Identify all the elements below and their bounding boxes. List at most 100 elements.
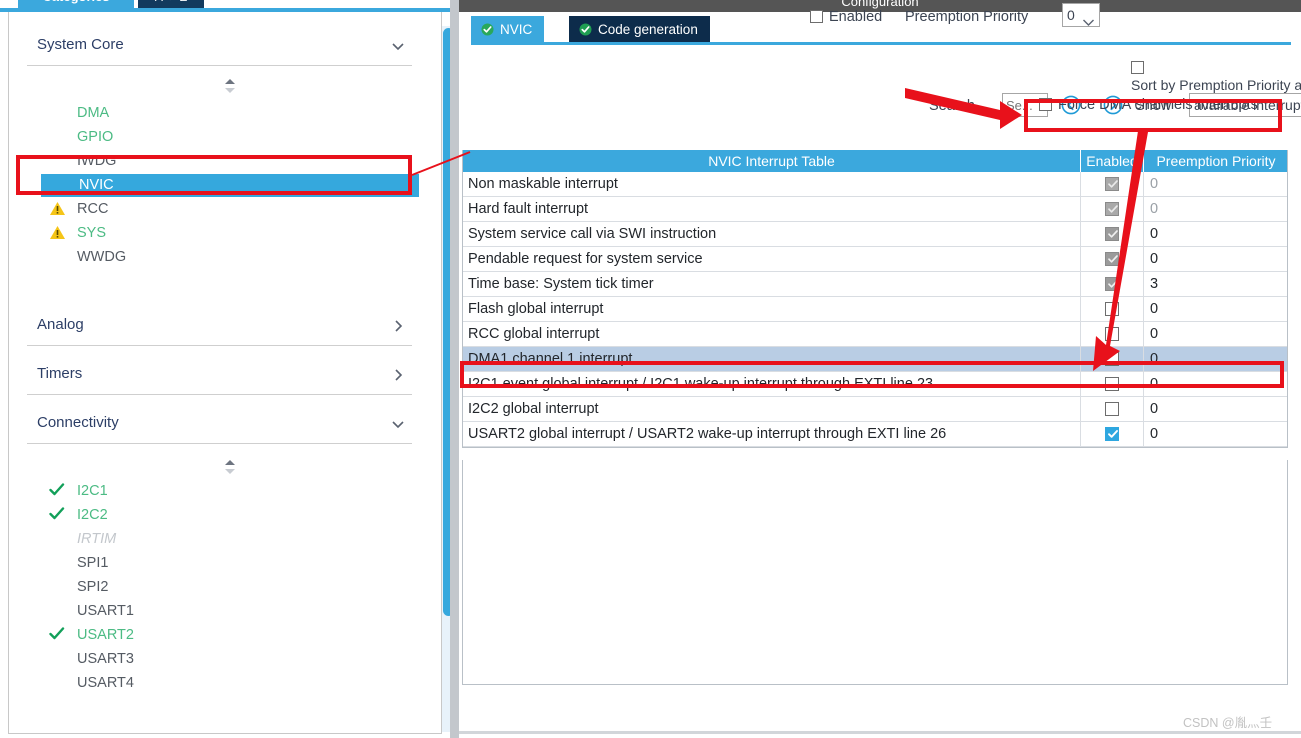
sidebar-item-label: DMA: [77, 105, 110, 121]
chevron-right-icon: [390, 367, 406, 383]
tab-nvic-label: NVIC: [500, 22, 533, 37]
sidebar-item-label: I2C1: [77, 483, 108, 499]
table-row[interactable]: RCC global interrupt 0: [463, 322, 1287, 347]
sidebar-item-label: SPI1: [77, 555, 109, 571]
system-core-scroll-spinner[interactable]: [223, 78, 237, 94]
row-enabled-checkbox[interactable]: [1105, 402, 1119, 416]
row-enabled-checkbox[interactable]: [1105, 277, 1119, 291]
row-interrupt-name: Hard fault interrupt: [463, 197, 1081, 221]
table-row[interactable]: Non maskable interrupt 0: [463, 172, 1287, 197]
sidebar-item-label: RCC: [77, 201, 109, 217]
column-header-enabled[interactable]: Enabled: [1081, 150, 1144, 172]
row-enabled-checkbox[interactable]: [1105, 177, 1119, 191]
tab-nvic[interactable]: NVIC: [471, 16, 545, 43]
section-system-core-title: System Core: [37, 36, 124, 53]
table-row[interactable]: USART2 global interrupt / USART2 wake-up…: [463, 422, 1287, 447]
checkbox-box[interactable]: [1131, 61, 1144, 74]
row-enabled-cell[interactable]: [1081, 397, 1144, 421]
sidebar-item-label: WWDG: [77, 249, 127, 265]
tab-code-generation[interactable]: Code generation: [569, 16, 710, 43]
sidebar-item-label: I2C2: [77, 507, 108, 523]
sidebar-item-label: IWDG: [77, 153, 117, 169]
sidebar-item-spi1[interactable]: SPI1: [39, 553, 394, 573]
item-mark-none: [51, 174, 71, 194]
sidebar-item-i2c2[interactable]: I2C2: [39, 505, 394, 525]
sidebar-item-dma[interactable]: DMA: [39, 103, 394, 123]
search-label: Search: [929, 98, 975, 114]
chevron-down-icon: [1082, 11, 1095, 26]
sidebar-item-usart3[interactable]: USART3: [39, 649, 394, 669]
row-interrupt-name: Flash global interrupt: [463, 297, 1081, 321]
sidebar-item-i2c1[interactable]: I2C1: [39, 481, 394, 501]
row-enabled-cell[interactable]: [1081, 222, 1144, 246]
table-row[interactable]: I2C2 global interrupt 0: [463, 397, 1287, 422]
column-header-preemption-priority[interactable]: Preemption Priority: [1144, 150, 1288, 172]
sidebar-item-wwdg[interactable]: WWDG: [39, 247, 394, 267]
row-preemption-priority: 3: [1150, 276, 1159, 292]
chevron-right-icon: [390, 318, 406, 334]
row-preemption-priority: 0: [1150, 426, 1159, 442]
section-system-core[interactable]: System Core: [27, 28, 412, 66]
table-row[interactable]: Pendable request for system service 0: [463, 247, 1287, 272]
row-enabled-checkbox[interactable]: [1105, 352, 1119, 366]
panel-bottom-rule: [459, 731, 1301, 734]
force-dma-channels-interrupts-checkbox[interactable]: Force DMA channels Interrupts: [1039, 96, 1258, 114]
sidebar-item-iwdg[interactable]: IWDG: [39, 151, 394, 171]
sort-options-row: Sort by Premption Priority and Sub Prior…: [471, 52, 1301, 93]
section-analog-title: Analog: [37, 316, 84, 333]
row-enabled-checkbox[interactable]: [1105, 377, 1119, 391]
row-preemption-priority: 0: [1150, 351, 1159, 367]
enabled-checkbox[interactable]: Enabled: [810, 8, 882, 26]
sidebar-item-irtim[interactable]: IRTIM: [39, 529, 394, 549]
table-row[interactable]: DMA1 channel 1 interrupt 0: [463, 347, 1287, 372]
tab-code-generation-label: Code generation: [598, 22, 698, 37]
sidebar-item-usart1[interactable]: USART1: [39, 601, 394, 621]
item-mark-none: [49, 649, 69, 669]
section-timers[interactable]: Timers: [27, 357, 412, 395]
row-enabled-cell[interactable]: [1081, 297, 1144, 321]
sidebar-item-nvic[interactable]: NVIC: [41, 174, 419, 197]
nvic-interrupt-table: NVIC Interrupt Table Enabled Preemption …: [462, 150, 1288, 448]
row-enabled-checkbox[interactable]: [1105, 252, 1119, 266]
checkbox-box[interactable]: [810, 10, 823, 23]
row-enabled-cell[interactable]: [1081, 372, 1144, 396]
row-enabled-checkbox[interactable]: [1105, 302, 1119, 316]
section-analog[interactable]: Analog: [27, 308, 412, 346]
row-enabled-cell[interactable]: [1081, 422, 1144, 446]
row-enabled-cell[interactable]: [1081, 247, 1144, 271]
table-row[interactable]: I2C1 event global interrupt / I2C1 wake-…: [463, 372, 1287, 397]
search-row: Search Show available interrupts Force D…: [471, 90, 1301, 128]
row-enabled-cell[interactable]: [1081, 322, 1144, 346]
connectivity-scroll-spinner[interactable]: [223, 459, 237, 475]
table-body: Non maskable interrupt 0 Hard fault inte…: [463, 172, 1287, 447]
categories-panel: Categories A -> Z System Core: [0, 0, 455, 738]
row-preemption-priority: 0: [1150, 226, 1159, 242]
row-interrupt-name: Time base: System tick timer: [463, 272, 1081, 296]
sidebar-item-sys[interactable]: SYS: [39, 223, 394, 243]
row-enabled-cell[interactable]: [1081, 272, 1144, 296]
row-enabled-checkbox[interactable]: [1105, 427, 1119, 441]
row-enabled-cell[interactable]: [1081, 347, 1144, 371]
row-enabled-cell[interactable]: [1081, 197, 1144, 221]
column-header-name[interactable]: NVIC Interrupt Table: [463, 150, 1081, 172]
section-timers-title: Timers: [37, 365, 83, 382]
sidebar-item-usart2[interactable]: USART2: [39, 625, 394, 645]
row-enabled-checkbox[interactable]: [1105, 202, 1119, 216]
sidebar-item-gpio[interactable]: GPIO: [39, 127, 394, 147]
item-mark-none: [49, 673, 69, 693]
table-row[interactable]: Flash global interrupt 0: [463, 297, 1287, 322]
row-enabled-cell[interactable]: [1081, 172, 1144, 196]
row-preemption-priority: 0: [1150, 251, 1159, 267]
sidebar-item-rcc[interactable]: RCC: [39, 199, 394, 219]
sidebar-item-spi2[interactable]: SPI2: [39, 577, 394, 597]
item-mark-none: [49, 577, 69, 597]
checkbox-box[interactable]: [1039, 98, 1052, 111]
row-enabled-checkbox[interactable]: [1105, 227, 1119, 241]
table-row[interactable]: Hard fault interrupt 0: [463, 197, 1287, 222]
row-enabled-checkbox[interactable]: [1105, 327, 1119, 341]
table-row[interactable]: System service call via SWI instruction …: [463, 222, 1287, 247]
section-connectivity[interactable]: Connectivity: [27, 406, 412, 444]
preemption-priority-select[interactable]: 0: [1062, 3, 1100, 27]
table-row[interactable]: Time base: System tick timer 3: [463, 272, 1287, 297]
sidebar-item-usart4[interactable]: USART4: [39, 673, 394, 693]
